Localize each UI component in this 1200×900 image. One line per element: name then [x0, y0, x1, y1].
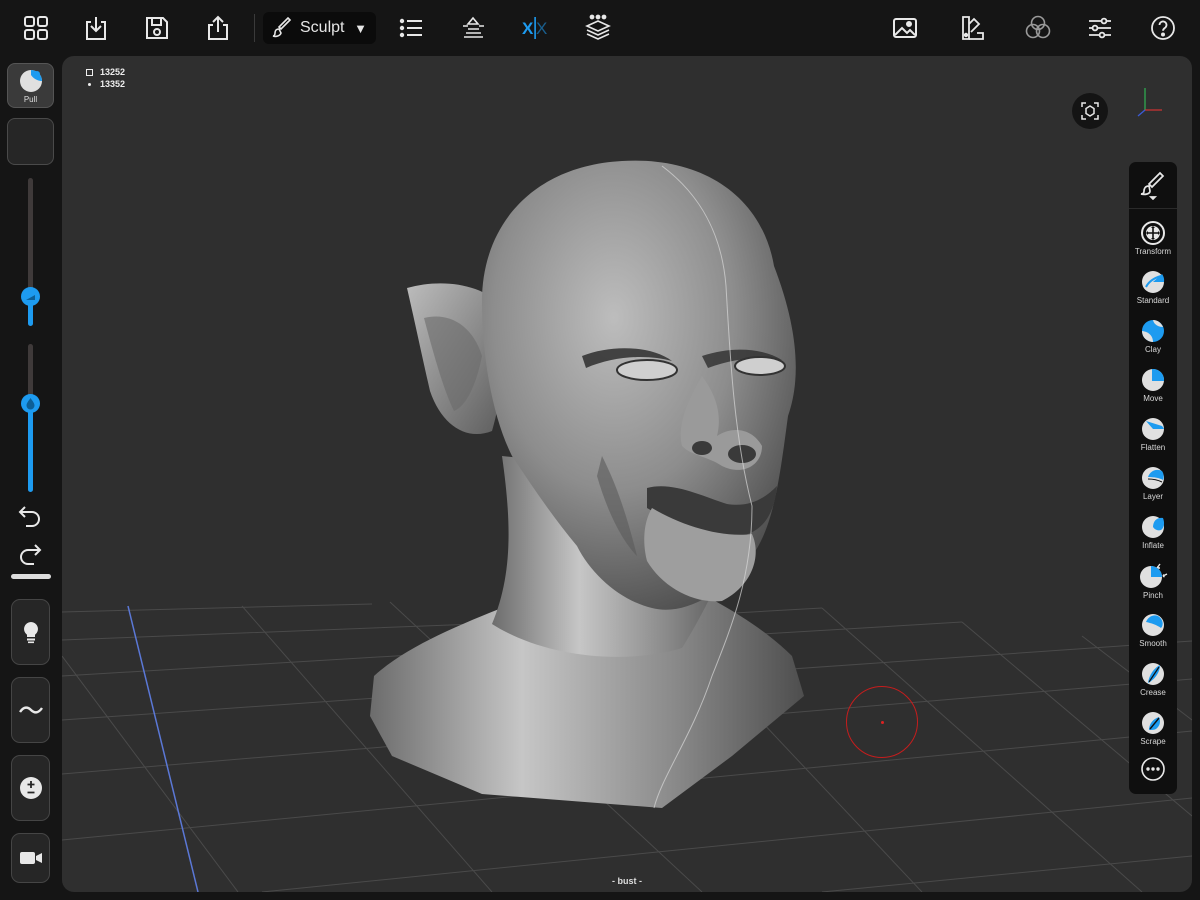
stroke-button[interactable] — [11, 677, 50, 743]
caret-down-icon: ▼ — [354, 20, 367, 36]
bust-mesh — [370, 160, 804, 809]
brush-transform[interactable]: Transform — [1129, 214, 1177, 262]
standard-brush-icon — [1142, 271, 1165, 293]
pull-tool-label: Pull — [23, 94, 38, 104]
pinch-brush-icon — [1140, 563, 1168, 588]
redo-icon — [20, 544, 42, 565]
crease-brush-icon — [1142, 663, 1164, 685]
settings-sliders-icon[interactable] — [1080, 8, 1120, 48]
brush-layer[interactable]: Layer — [1129, 459, 1177, 507]
brush-label: Inflate — [1142, 541, 1164, 550]
topology-icon[interactable] — [453, 8, 493, 48]
vertices-icon — [88, 82, 91, 86]
toolbar-separator — [254, 14, 255, 42]
axis-gizmo-icon — [1137, 88, 1162, 117]
mode-dropdown[interactable]: Sculpt ▼ — [263, 12, 376, 44]
transform-icon — [1141, 221, 1165, 245]
clay-brush-icon — [1142, 320, 1164, 342]
brush-standard[interactable]: Standard — [1129, 263, 1177, 311]
brush-label: Move — [1143, 394, 1163, 403]
flatten-brush-icon — [1142, 418, 1164, 440]
pull-brush-icon — [19, 69, 42, 92]
help-icon[interactable] — [1143, 8, 1183, 48]
object-name-label: - bust - — [612, 876, 642, 886]
brush-cursor — [846, 686, 918, 758]
scene-grid-icon[interactable] — [16, 8, 56, 48]
more-icon — [1141, 757, 1165, 781]
shading-icon[interactable] — [1018, 8, 1058, 48]
svg-text:X: X — [522, 19, 534, 38]
brush-label: Pinch — [1142, 591, 1163, 600]
svg-text:X: X — [536, 19, 547, 38]
material-icon[interactable] — [952, 8, 992, 48]
camera-button[interactable] — [11, 833, 50, 883]
inflate-brush-icon — [1142, 516, 1165, 538]
paint-brush-icon — [1140, 171, 1165, 200]
brush-label: Standard — [1136, 296, 1170, 305]
frame-focus-icon — [1081, 102, 1099, 120]
brush-label: Layer — [1142, 492, 1163, 501]
undo-button[interactable] — [14, 500, 46, 530]
brush-scrape[interactable]: Scrape — [1129, 704, 1177, 752]
vertices-count: 13352 — [100, 79, 126, 89]
intensity-slider[interactable] — [21, 344, 40, 492]
symmetry-icon[interactable]: XX — [515, 8, 555, 48]
more-brushes-button[interactable] — [1129, 747, 1177, 791]
layer-brush-icon — [1142, 467, 1164, 489]
brush-icon — [272, 17, 292, 38]
brush-move[interactable]: Move — [1129, 361, 1177, 409]
brush-inflate[interactable]: Inflate — [1129, 508, 1177, 556]
paint-tool-button[interactable] — [1129, 162, 1177, 209]
history-bar[interactable] — [11, 574, 51, 579]
brush-panel: Transform Standard Clay Move Flatten Lay… — [1129, 162, 1177, 794]
brush-label: Smooth — [1139, 639, 1167, 648]
mode-label: Sculpt — [300, 19, 345, 36]
layers-icon[interactable] — [578, 8, 618, 48]
import-icon[interactable] — [76, 8, 116, 48]
frame-camera-button[interactable] — [1072, 93, 1108, 129]
video-camera-icon — [19, 852, 42, 864]
sub-add-button[interactable] — [11, 755, 50, 821]
plus-minus-icon — [19, 777, 42, 799]
stroke-curve-icon — [18, 706, 43, 714]
smooth-brush-icon — [1142, 614, 1164, 636]
intensity-slider-fill — [28, 403, 33, 492]
brush-label: Clay — [1144, 345, 1161, 354]
tool-slot-empty[interactable] — [7, 118, 54, 165]
radius-slider[interactable] — [21, 178, 40, 326]
save-icon[interactable] — [137, 8, 177, 48]
pull-tool-button[interactable]: Pull — [7, 63, 54, 108]
brush-flatten[interactable]: Flatten — [1129, 410, 1177, 458]
undo-icon — [18, 506, 40, 527]
lightbulb-icon — [23, 622, 38, 644]
brush-label: Transform — [1134, 247, 1172, 256]
redo-button[interactable] — [14, 540, 46, 570]
left-sidebar: Pull — [0, 56, 62, 900]
brush-label: Scrape — [1140, 737, 1166, 746]
image-icon[interactable] — [885, 8, 925, 48]
brush-clay[interactable]: Clay — [1129, 312, 1177, 360]
brush-crease[interactable]: Crease — [1129, 655, 1177, 703]
brush-label: Crease — [1140, 688, 1166, 697]
mesh-stats: 13252 13352 — [86, 66, 125, 90]
brush-pinch[interactable]: Pinch — [1129, 557, 1177, 605]
list-icon[interactable] — [391, 8, 431, 48]
share-icon[interactable] — [198, 8, 238, 48]
3d-viewport[interactable]: 13252 13352 - bust - — [62, 56, 1192, 892]
top-toolbar: Sculpt ▼ XX — [0, 0, 1200, 56]
faces-icon — [86, 68, 93, 76]
scrape-brush-icon — [1142, 712, 1164, 734]
brush-smooth[interactable]: Smooth — [1129, 606, 1177, 654]
intensity-slider-knob[interactable] — [21, 394, 40, 413]
move-brush-icon — [1142, 368, 1165, 391]
brush-label: Flatten — [1140, 443, 1166, 452]
radius-slider-knob[interactable] — [21, 287, 40, 306]
light-button[interactable] — [11, 599, 50, 665]
faces-count: 13252 — [100, 67, 126, 77]
